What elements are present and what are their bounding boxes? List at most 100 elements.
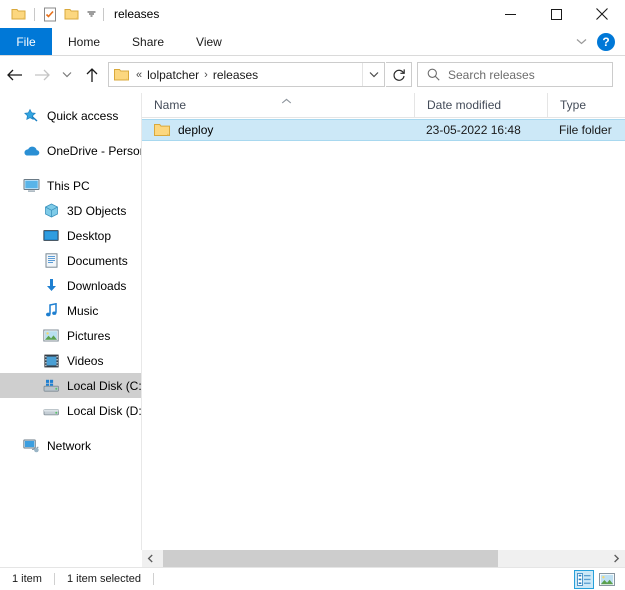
folder-icon (114, 68, 129, 81)
scroll-right-button[interactable] (608, 550, 625, 567)
title-bar: releases (0, 0, 625, 28)
sidebar-item-label: Local Disk (D:) (67, 403, 141, 418)
sidebar-item-music[interactable]: Music (0, 298, 141, 323)
scrollbar-track[interactable] (159, 550, 608, 567)
pictures-icon (42, 327, 60, 345)
breadcrumb-overflow[interactable]: « (134, 69, 144, 81)
monitor-icon (22, 177, 40, 195)
address-bar[interactable]: « lolpatcher › releases (108, 62, 385, 87)
file-name-label: deploy (178, 123, 214, 137)
search-icon (427, 68, 440, 81)
recent-locations-chevron-down-icon[interactable] (56, 60, 78, 90)
close-button[interactable] (579, 0, 625, 28)
sidebar-item-onedrive[interactable]: OneDrive - Person (0, 138, 141, 163)
sidebar-item-3d-objects[interactable]: 3D Objects (0, 198, 141, 223)
nav-spacer-2 (0, 163, 141, 173)
sidebar-item-downloads[interactable]: Downloads (0, 273, 141, 298)
minimize-button[interactable] (487, 0, 533, 28)
file-rows: deploy 23-05-2022 16:48 File folder (142, 119, 625, 141)
window-title: releases (114, 7, 160, 21)
sidebar-item-label: Local Disk (C:) (67, 378, 141, 393)
table-row[interactable]: deploy 23-05-2022 16:48 File folder (142, 119, 625, 141)
network-icon (22, 437, 40, 455)
toolbar-divider (34, 7, 35, 21)
sidebar-item-label: Pictures (67, 328, 111, 343)
up-button[interactable] (78, 60, 106, 90)
search-box[interactable]: Search releases (417, 62, 613, 87)
sidebar-item-label: Network (47, 438, 92, 453)
details-view-button[interactable] (574, 570, 594, 589)
quick-access-toolbar: releases (0, 3, 159, 25)
toolbar-divider-2 (103, 7, 104, 21)
sidebar-item-network[interactable]: Network (0, 433, 141, 458)
drive-icon (42, 402, 60, 420)
nav-spacer-3 (0, 423, 141, 433)
file-list-pane[interactable]: Name Date modified Type deploy 23-05-202… (142, 92, 625, 550)
documents-icon (42, 252, 60, 270)
sidebar-item-local-disk-c[interactable]: Local Disk (C:) (0, 373, 141, 398)
view-mode-buttons (574, 570, 617, 589)
window-controls (487, 0, 625, 28)
tab-home[interactable]: Home (52, 28, 116, 55)
tab-view[interactable]: View (180, 28, 238, 55)
file-name-cell[interactable]: deploy (142, 119, 414, 141)
sidebar-item-label: Downloads (67, 278, 127, 293)
breadcrumb-item-releases[interactable]: releases (210, 68, 261, 82)
selection-count-label: 1 item selected (66, 573, 141, 585)
new-folder-icon[interactable] (61, 3, 83, 25)
properties-icon[interactable] (39, 3, 61, 25)
column-header-label: Date modified (427, 98, 502, 112)
column-header-name[interactable]: Name (142, 93, 414, 118)
breadcrumb: « lolpatcher › releases (134, 68, 362, 82)
column-headers: Name Date modified Type (142, 92, 625, 118)
refresh-button[interactable] (386, 62, 412, 87)
status-bar: 1 item 1 item selected (0, 567, 625, 590)
sidebar-item-quick-access[interactable]: Quick access (0, 103, 141, 128)
sidebar-item-label: Quick access (47, 108, 119, 123)
sidebar-item-label: Music (67, 303, 99, 318)
pin-folder-icon[interactable] (8, 3, 30, 25)
music-note-icon (42, 302, 60, 320)
help-button[interactable]: ? (597, 32, 615, 51)
scrollbar-thumb[interactable] (163, 550, 498, 567)
column-header-label: Name (154, 98, 187, 112)
column-header-date-modified[interactable]: Date modified (414, 92, 547, 118)
downloads-arrow-icon (42, 277, 60, 295)
navigation-pane[interactable]: Quick access OneDrive - Person This PC 3… (0, 93, 141, 550)
expand-ribbon-chevron-down-icon[interactable] (571, 32, 591, 52)
videos-icon (42, 352, 60, 370)
sidebar-item-videos[interactable]: Videos (0, 348, 141, 373)
sidebar-item-pictures[interactable]: Pictures (0, 323, 141, 348)
back-button[interactable] (0, 60, 28, 90)
column-header-label: Type (560, 98, 587, 112)
forward-button[interactable] (28, 60, 56, 90)
nav-spacer-1 (0, 128, 141, 138)
sidebar-item-label: Desktop (67, 228, 112, 243)
sidebar-item-this-pc[interactable]: This PC (0, 173, 141, 198)
file-date-cell: 23-05-2022 16:48 (426, 123, 521, 137)
sidebar-item-label: OneDrive - Person (47, 143, 141, 158)
sidebar-item-label: 3D Objects (67, 203, 127, 218)
breadcrumb-separator[interactable]: › (202, 69, 210, 81)
sidebar-item-documents[interactable]: Documents (0, 248, 141, 273)
column-header-type[interactable]: Type (547, 92, 625, 118)
maximize-button[interactable] (533, 0, 579, 28)
large-icons-view-button[interactable] (597, 570, 617, 589)
system-drive-icon (42, 377, 60, 395)
file-type-cell: File folder (559, 123, 612, 137)
tab-file[interactable]: File (0, 28, 52, 55)
sidebar-item-local-disk-d[interactable]: Local Disk (D:) (0, 398, 141, 423)
nav-spacer-top (0, 93, 141, 103)
cube-icon (42, 202, 60, 220)
sidebar-item-desktop[interactable]: Desktop (0, 223, 141, 248)
sidebar-item-label: Videos (67, 353, 104, 368)
customize-qat-chevron-down-icon[interactable] (83, 3, 99, 25)
breadcrumb-item-lolpatcher[interactable]: lolpatcher (144, 68, 202, 82)
tab-share[interactable]: Share (116, 28, 180, 55)
scroll-left-button[interactable] (142, 550, 159, 567)
address-dropdown-chevron-down-icon[interactable] (362, 63, 384, 86)
horizontal-scrollbar[interactable] (142, 550, 625, 567)
search-input[interactable]: Search releases (448, 68, 535, 82)
ribbon-tab-bar: File Home Share View ? (0, 28, 625, 55)
star-pin-icon (22, 107, 40, 125)
